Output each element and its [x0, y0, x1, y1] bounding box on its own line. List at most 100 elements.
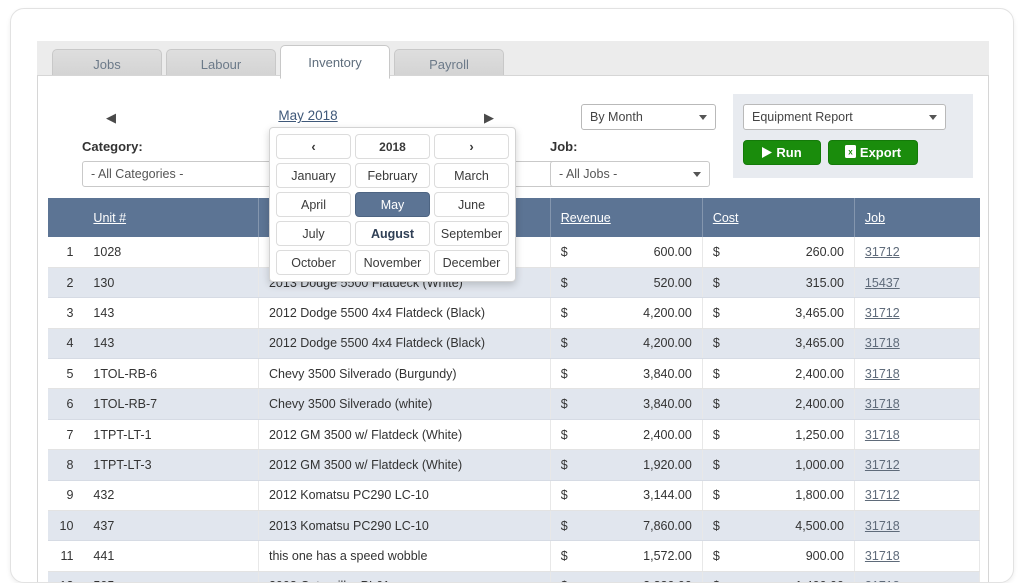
job-link[interactable]: 31718	[865, 428, 900, 442]
table-header-revenue[interactable]: Revenue	[550, 198, 703, 237]
month-option-july[interactable]: July	[276, 221, 351, 246]
month-option-january[interactable]: January	[276, 163, 351, 188]
currency-symbol: $	[561, 579, 568, 582]
month-option-august[interactable]: August	[355, 221, 430, 246]
grouping-select[interactable]: By Month	[581, 104, 716, 130]
job-link[interactable]: 15437	[865, 276, 900, 290]
job-select[interactable]: - All Jobs -	[550, 161, 710, 187]
cell-job: 31712	[854, 297, 981, 329]
job-link[interactable]: 31718	[865, 549, 900, 563]
job-link[interactable]: 31712	[865, 306, 900, 320]
cell-unit: 1TPT-LT-1	[83, 419, 259, 451]
table-row[interactable]: 10 437 2013 Komatsu PC290 LC-10 $7,860.00 $4…	[48, 510, 981, 542]
row-index: 6	[48, 388, 84, 420]
currency-symbol: $	[560, 457, 568, 472]
month-picker-row: January February March	[276, 163, 509, 188]
table-header-cost[interactable]: Cost	[702, 198, 855, 237]
table-header-job[interactable]: Job	[854, 198, 980, 237]
tab-inventory[interactable]: Inventory	[280, 45, 390, 79]
cell-unit: 441	[83, 540, 259, 572]
year-display[interactable]: 2018	[355, 134, 430, 159]
currency-symbol: $	[560, 549, 568, 564]
month-option-february[interactable]: February	[355, 163, 430, 188]
cell-revenue: $4,200.00	[550, 297, 703, 329]
table-row[interactable]: 8 1TPT-LT-3 2012 GM 3500 w/ Flatdeck (Whit…	[48, 449, 981, 481]
run-button[interactable]: Run	[743, 140, 821, 165]
cell-job: 31718	[854, 388, 981, 420]
currency-symbol: $	[712, 518, 720, 533]
tab-bar: Jobs Labour Inventory Payroll	[37, 41, 989, 79]
cell-revenue: $3,840.00	[550, 358, 703, 390]
cell-cost: $900.00	[702, 540, 855, 572]
row-index: 11	[48, 540, 84, 572]
next-year-button[interactable]: ›	[434, 134, 509, 159]
cell-unit: 143	[83, 328, 259, 360]
cell-cost: $260.00	[702, 237, 855, 268]
job-link[interactable]: 31718	[865, 397, 900, 411]
job-label: Job:	[550, 139, 578, 154]
row-index: 3	[48, 297, 84, 329]
currency-symbol: $	[560, 366, 568, 381]
currency-symbol: $	[712, 305, 720, 320]
cell-revenue: $1,572.00	[550, 540, 703, 572]
month-grid: January February March April May June July Augu…	[276, 163, 509, 275]
job-link[interactable]: 31718	[865, 519, 900, 533]
table-row[interactable]: 3 143 2012 Dodge 5500 4x4 Flatdeck (Black)…	[48, 297, 981, 329]
cell-revenue: $4,200.00	[550, 328, 703, 360]
cell-cost: $3,465.00	[702, 297, 855, 329]
job-link[interactable]: 31712	[865, 458, 900, 472]
previous-year-button[interactable]: ‹	[276, 134, 351, 159]
job-link[interactable]: 31712	[865, 245, 900, 259]
cell-job: 31718	[854, 540, 981, 572]
cell-unit: 143	[83, 297, 259, 329]
cell-cost: $3,465.00	[702, 328, 855, 360]
table-row[interactable]: 11 441 this one has a speed wobble $1,572.0…	[48, 540, 981, 572]
cell-cost: $4,500.00	[702, 510, 855, 542]
table-row[interactable]: 7 1TPT-LT-1 2012 GM 3500 w/ Flatdeck (Whit…	[48, 419, 981, 451]
month-option-november[interactable]: November	[355, 250, 430, 275]
cell-job: 31718	[854, 328, 981, 360]
export-button-label: Export	[859, 145, 902, 160]
cell-description: 2013 Komatsu PC290 LC-10	[258, 510, 551, 542]
next-month-arrow-icon[interactable]: ▶	[478, 107, 500, 129]
table-row[interactable]: 9 432 2012 Komatsu PC290 LC-10 $3,144.00 $1,…	[48, 480, 981, 512]
table-header-unit-label: Unit #	[93, 210, 127, 225]
cell-cost: $1,800.00	[702, 480, 855, 512]
chevron-down-icon	[929, 115, 937, 120]
export-button[interactable]: x Export	[828, 140, 918, 165]
month-option-may[interactable]: May	[355, 192, 430, 217]
row-index: 4	[48, 328, 84, 360]
report-type-select[interactable]: Equipment Report	[743, 104, 946, 130]
month-option-march[interactable]: March	[434, 163, 509, 188]
chevron-down-icon	[693, 172, 701, 177]
current-month-link[interactable]: May 2018	[243, 108, 373, 123]
table-row[interactable]: 5 1TOL-RB-6 Chevy 3500 Silverado (Burgundy…	[48, 358, 981, 390]
job-link[interactable]: 31718	[865, 579, 900, 582]
previous-month-arrow-icon[interactable]: ◀	[100, 107, 122, 129]
currency-symbol: $	[712, 244, 720, 259]
currency-symbol: $	[560, 244, 568, 259]
table-header-unit[interactable]: Unit #	[83, 198, 259, 237]
cell-unit: 1TPT-LT-3	[83, 449, 259, 481]
cell-job: 31718	[854, 358, 981, 390]
month-option-june[interactable]: June	[434, 192, 509, 217]
job-link[interactable]: 31718	[865, 336, 900, 350]
table-row[interactable]: 4 143 2012 Dodge 5500 4x4 Flatdeck (Black)…	[48, 328, 981, 360]
job-link[interactable]: 31718	[865, 367, 900, 381]
currency-symbol: $	[560, 275, 568, 290]
month-option-december[interactable]: December	[434, 250, 509, 275]
currency-symbol: $	[560, 427, 568, 442]
currency-symbol: $	[712, 275, 720, 290]
month-option-april[interactable]: April	[276, 192, 351, 217]
row-index: 9	[48, 480, 84, 512]
month-option-september[interactable]: September	[434, 221, 509, 246]
month-option-october[interactable]: October	[276, 250, 351, 275]
run-button-label: Run	[776, 145, 802, 160]
currency-symbol: $	[560, 397, 568, 412]
job-link[interactable]: 31712	[865, 488, 900, 502]
month-picker-row: July August September	[276, 221, 509, 246]
cell-revenue: $600.00	[550, 237, 703, 268]
table-row[interactable]: 125052008 Caterpillar PL61$2,880.00$1,40…	[48, 571, 981, 582]
table-row[interactable]: 6 1TOL-RB-7 Chevy 3500 Silverado (white) $3…	[48, 388, 981, 420]
month-picker-popup[interactable]: ‹ 2018 › January February March April May Jun…	[269, 127, 516, 282]
